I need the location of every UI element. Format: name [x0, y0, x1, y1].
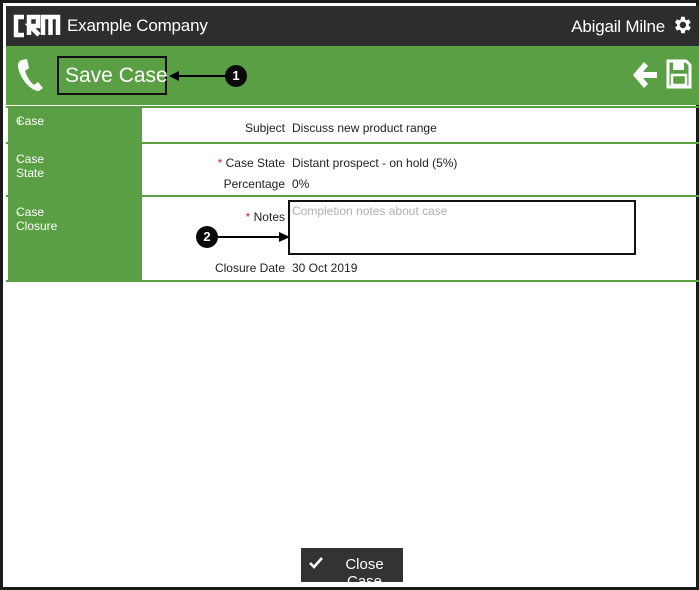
callout-arrow: [218, 232, 290, 242]
title-highlight-box: Save Case: [57, 56, 168, 95]
percentage-label: Percentage: [223, 177, 285, 191]
section-label: Case Closure: [16, 205, 58, 233]
section-label: Case: [16, 114, 45, 128]
required-marker: *: [217, 156, 223, 170]
closure-date-value[interactable]: 30 Oct 2019: [292, 261, 357, 275]
percentage-value[interactable]: 0%: [292, 177, 309, 191]
crm-logo[interactable]: [11, 12, 61, 40]
section-case-state: - Case State: [6, 144, 699, 197]
section-label: Case State: [16, 152, 45, 180]
page-title: Save Case: [65, 64, 168, 87]
top-bar: Example Company Abigail Milne: [6, 6, 699, 46]
phone-icon[interactable]: [16, 58, 44, 92]
notes-field[interactable]: [288, 200, 636, 255]
app-window: Example Company Abigail Milne Save Case …: [0, 0, 699, 590]
notes-label: * Notes: [245, 210, 285, 224]
required-marker: *: [245, 210, 251, 224]
section-header-case-state[interactable]: - Case State: [8, 144, 142, 197]
close-case-button[interactable]: Close Case: [301, 548, 403, 590]
closure-date-label: Closure Date: [214, 261, 285, 275]
subject-label: Subject: [244, 121, 285, 135]
action-bar: Save Case: [6, 46, 699, 105]
notes-input[interactable]: [292, 204, 632, 218]
subject-value[interactable]: Discuss new product range: [292, 121, 437, 135]
case-state-value[interactable]: Distant prospect - on hold (5%): [292, 156, 457, 170]
case-state-label: * Case State: [217, 156, 285, 170]
save-icon[interactable]: [666, 59, 692, 89]
company-name[interactable]: Example Company: [67, 16, 208, 36]
callout-marker: 1: [225, 65, 247, 87]
user-name[interactable]: Abigail Milne: [571, 17, 665, 37]
section-header-case[interactable]: + Case: [8, 106, 142, 144]
close-case-label: Close Case: [345, 556, 384, 590]
gear-icon[interactable]: [671, 14, 693, 36]
callout-marker: 2: [196, 226, 218, 248]
callout-arrow: [169, 71, 227, 81]
section-header-case-closure[interactable]: - Case Closure: [8, 197, 142, 282]
back-arrow-icon[interactable]: [632, 61, 658, 89]
check-icon: [309, 557, 323, 569]
